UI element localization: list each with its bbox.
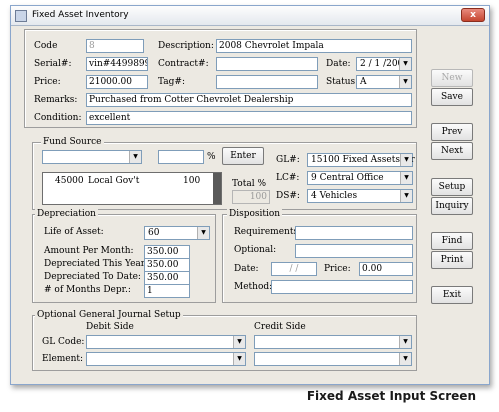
date-label: Date: xyxy=(326,59,351,69)
gl-label: GL#: xyxy=(276,155,300,165)
dispose-price-field[interactable]: 0.00 xyxy=(359,262,413,276)
price-label: Price: xyxy=(34,77,61,87)
chevron-down-icon[interactable]: ▼ xyxy=(399,336,411,348)
contract-label: Contract#: xyxy=(158,59,209,69)
date-picker[interactable]: 2 / 1 /2008 ▼ xyxy=(356,57,412,71)
form-area: Code 8 Description: 2008 Chevrolet Impal… xyxy=(24,27,483,384)
tag-label: Tag#: xyxy=(158,77,186,87)
depreciated-to-date-label: Depreciated To Date: xyxy=(44,272,141,282)
next-button[interactable]: Next xyxy=(431,142,473,160)
ds-select[interactable]: 4 Vehicles ▼ xyxy=(307,189,413,203)
glcode-label: GL Code: xyxy=(42,337,85,347)
amount-per-month-label: Amount Per Month: xyxy=(44,246,134,256)
chevron-down-icon[interactable]: ▼ xyxy=(197,227,209,239)
total-percent-field: 100 xyxy=(232,190,270,204)
depreciated-this-year-label: Depreciated This Year: xyxy=(44,259,149,269)
life-value: 60 xyxy=(148,228,160,238)
dispose-price-label: Price: xyxy=(324,264,351,274)
close-button[interactable]: x xyxy=(461,8,485,22)
depreciation-legend: Depreciation xyxy=(35,209,98,219)
method-field[interactable] xyxy=(271,280,413,294)
fund-source-legend: Fund Source xyxy=(41,137,104,147)
grid-cell-name: Local Gov't xyxy=(88,176,140,186)
remarks-label: Remarks: xyxy=(34,95,78,105)
window-title: Fixed Asset Inventory xyxy=(32,10,129,20)
fund-source-select[interactable]: ▼ xyxy=(42,150,142,164)
code-label: Code xyxy=(34,41,58,51)
percent-sign: % xyxy=(207,152,216,162)
contract-field[interactable] xyxy=(216,57,318,71)
requirements-label: Requirements: xyxy=(234,227,302,237)
status-select[interactable]: A ▼ xyxy=(356,75,412,89)
fund-grid[interactable]: 45000 Local Gov't 100 xyxy=(42,172,222,205)
lc-select[interactable]: 9 Central Office ▼ xyxy=(307,171,413,185)
lc-value: 9 Central Office xyxy=(311,173,384,183)
credit-glcode-select[interactable]: ▼ xyxy=(254,335,412,349)
enter-button[interactable]: Enter xyxy=(222,147,264,165)
chevron-down-icon[interactable]: ▼ xyxy=(129,151,141,163)
total-percent-label: Total % xyxy=(232,179,266,189)
credit-side-header: Credit Side xyxy=(254,322,306,332)
fund-percent-field[interactable] xyxy=(158,150,204,164)
life-select[interactable]: 60 ▼ xyxy=(144,226,210,240)
code-field[interactable]: 8 xyxy=(86,39,144,53)
status-label: Status: xyxy=(326,77,359,87)
months-depr-field[interactable]: 1 xyxy=(144,284,190,298)
setup-button[interactable]: Setup xyxy=(431,178,473,196)
chevron-down-icon[interactable]: ▼ xyxy=(400,190,412,202)
title-bar[interactable]: Fixed Asset Inventory x xyxy=(11,6,489,26)
lc-label: LC#: xyxy=(276,173,300,183)
grid-cell-code: 45000 xyxy=(55,176,84,186)
journal-legend: Optional General Journal Setup xyxy=(35,310,183,320)
credit-element-select[interactable]: ▼ xyxy=(254,352,412,366)
debit-element-select[interactable]: ▼ xyxy=(86,352,246,366)
chevron-down-icon[interactable]: ▼ xyxy=(399,353,411,365)
tag-field[interactable] xyxy=(216,75,318,89)
optional-field[interactable] xyxy=(295,244,413,258)
life-label: Life of Asset: xyxy=(44,227,104,237)
print-button[interactable]: Print xyxy=(431,251,473,269)
method-label: Method: xyxy=(234,282,273,292)
prev-button[interactable]: Prev xyxy=(431,123,473,141)
chevron-down-icon[interactable]: ▼ xyxy=(400,172,412,184)
save-button[interactable]: Save xyxy=(431,88,473,106)
optional-label: Optional: xyxy=(234,245,277,255)
description-field[interactable]: 2008 Chevrolet Impala xyxy=(216,39,412,53)
description-label: Description: xyxy=(158,41,214,51)
disposition-legend: Disposition xyxy=(227,209,283,219)
chevron-down-icon[interactable]: ▼ xyxy=(399,76,411,88)
condition-label: Condition: xyxy=(34,113,82,123)
element-label: Element: xyxy=(42,354,84,364)
ds-label: DS#: xyxy=(276,191,300,201)
ds-value: 4 Vehicles xyxy=(311,191,358,201)
grid-scrollbar[interactable] xyxy=(213,173,221,204)
chevron-down-icon[interactable]: ▼ xyxy=(233,353,245,365)
chevron-down-icon[interactable]: ▼ xyxy=(233,336,245,348)
gl-select[interactable]: 15100 Fixed Assets-Or ▼ xyxy=(307,153,415,167)
chevron-down-icon[interactable]: ▼ xyxy=(400,154,412,166)
dispose-date-field[interactable]: / / xyxy=(271,262,317,276)
find-button[interactable]: Find xyxy=(431,232,473,250)
app-icon xyxy=(15,10,27,22)
depreciated-this-year-field[interactable]: 350.00 xyxy=(144,258,190,272)
serial-field[interactable]: vin#449989999 xyxy=(86,57,148,71)
debit-side-header: Debit Side xyxy=(86,322,134,332)
price-field[interactable]: 21000.00 xyxy=(86,75,148,89)
status-value: A xyxy=(360,77,367,87)
chevron-down-icon[interactable]: ▼ xyxy=(399,58,411,70)
grid-cell-percent: 100 xyxy=(183,176,201,186)
inquiry-button[interactable]: Inquiry xyxy=(431,197,473,215)
remarks-field[interactable]: Purchased from Cotter Chevrolet Dealersh… xyxy=(86,93,412,107)
screen-caption: Fixed Asset Input Screen xyxy=(306,389,476,403)
requirements-field[interactable] xyxy=(295,226,413,240)
debit-glcode-select[interactable]: ▼ xyxy=(86,335,246,349)
new-button[interactable]: New xyxy=(431,69,473,87)
serial-label: Serial#: xyxy=(34,59,72,69)
months-depr-label: # of Months Depr.: xyxy=(44,285,131,295)
amount-per-month-field[interactable]: 350.00 xyxy=(144,245,190,259)
condition-field[interactable]: excellent xyxy=(86,111,412,125)
depreciated-to-date-field[interactable]: 350.00 xyxy=(144,271,190,285)
dispose-date-label: Date: xyxy=(234,264,259,274)
exit-button[interactable]: Exit xyxy=(431,286,473,304)
